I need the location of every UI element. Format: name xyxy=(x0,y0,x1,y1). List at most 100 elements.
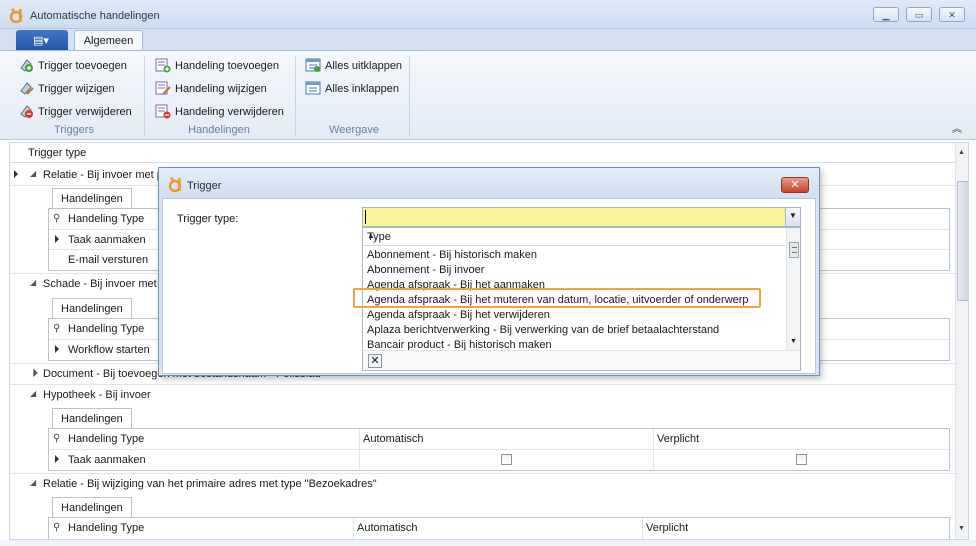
row-selected-indicator xyxy=(14,169,18,181)
handeling-row[interactable]: E-mail versturen xyxy=(68,254,148,266)
dropdown-option[interactable]: Abonnement - Bij invoer xyxy=(367,264,484,276)
app-logo-icon xyxy=(168,177,182,192)
expand-toggle-icon[interactable]: ◢ xyxy=(30,478,36,487)
expand-toggle-icon[interactable]: ◢ xyxy=(30,389,36,398)
column-divider xyxy=(642,518,643,539)
handeling-row[interactable]: Workflow starten xyxy=(68,344,150,356)
combo-dropdown-button[interactable]: ▼ xyxy=(785,208,800,226)
column-verplicht[interactable]: Verplicht xyxy=(657,433,699,445)
trigger-wijzigen-button[interactable]: Trigger wijzigen xyxy=(18,79,115,99)
trigger-row-hypotheek[interactable]: Hypotheek - Bij invoer xyxy=(43,389,151,401)
scroll-down-icon[interactable]: ▼ xyxy=(790,338,797,345)
collapse-all-icon xyxy=(305,81,321,95)
tab-algemeen[interactable]: Algemeen xyxy=(74,30,143,52)
column-handeling-type[interactable]: Handeling Type xyxy=(68,522,144,534)
grid-column-header[interactable]: Trigger type xyxy=(10,143,955,163)
dropdown-scrollbar[interactable]: ▼ xyxy=(786,228,800,350)
dialog-title: Trigger xyxy=(187,180,222,192)
expand-toggle-icon[interactable]: ◢ xyxy=(30,169,36,178)
trigger-verwijderen-label: Trigger verwijderen xyxy=(38,106,132,118)
group-label-triggers: Triggers xyxy=(54,124,94,136)
column-handeling-type[interactable]: Handeling Type xyxy=(68,213,144,225)
remove-trigger-icon xyxy=(20,105,33,119)
status-strip xyxy=(0,540,976,546)
dropdown-option[interactable]: Aplaza berichtverwerking - Bij verwerkin… xyxy=(367,324,719,336)
trigger-row-schade[interactable]: Schade - Bij invoer met xyxy=(43,278,157,290)
handeling-toevoegen-button[interactable]: Handeling toevoegen xyxy=(155,56,279,76)
verplicht-checkbox[interactable] xyxy=(796,454,807,465)
chevron-down-icon: ▼ xyxy=(789,211,797,220)
column-verplicht[interactable]: Verplicht xyxy=(646,522,688,534)
highlight-annotation xyxy=(353,288,761,308)
edit-trigger-icon xyxy=(20,82,34,95)
column-automatisch[interactable]: Automatisch xyxy=(363,433,424,445)
tab-handelingen[interactable]: Handelingen xyxy=(52,298,132,320)
dropdown-footer: ✕ xyxy=(363,350,800,370)
row-divider xyxy=(49,449,949,450)
trigger-toevoegen-label: Trigger toevoegen xyxy=(38,60,127,72)
key-icon: ⚲ xyxy=(53,433,61,444)
row-divider xyxy=(10,473,955,474)
group-label-handelingen: Handelingen xyxy=(188,124,250,136)
collapse-ribbon-icon[interactable]: ︽ xyxy=(952,120,962,135)
dialog-close-button[interactable]: ✕ xyxy=(781,177,809,193)
tab-handelingen[interactable]: Handelingen xyxy=(52,497,132,519)
handeling-wijzigen-label: Handeling wijzigen xyxy=(175,83,267,95)
handeling-row[interactable]: Taak aanmaken xyxy=(68,234,146,246)
alles-inklappen-button[interactable]: Alles inklappen xyxy=(305,79,399,99)
text-caret xyxy=(365,210,366,224)
trigger-verwijderen-button[interactable]: Trigger verwijderen xyxy=(18,102,132,122)
column-trigger-type: Trigger type xyxy=(28,147,87,159)
grid-vertical-scrollbar[interactable]: ▲ ▼ xyxy=(955,143,968,539)
sort-ascending-icon: ▲ xyxy=(367,231,375,240)
column-handeling-type[interactable]: Handeling Type xyxy=(68,433,144,445)
group-label-weergave: Weergave xyxy=(329,124,379,136)
application-menu-button[interactable]: ▤▾ xyxy=(16,30,68,51)
dialog-title-bar[interactable]: Trigger ✕ xyxy=(159,168,819,198)
row-indicator xyxy=(55,234,59,246)
key-icon: ⚲ xyxy=(53,522,61,533)
minimize-icon: ▁ xyxy=(882,10,890,20)
trigger-type-label: Trigger type: xyxy=(177,213,239,225)
dialog-body: Trigger type: ▼ Type ▲ Abonnement - Bij … xyxy=(162,198,816,374)
edit-action-icon xyxy=(155,81,171,95)
dropdown-column-header[interactable]: Type ▲ xyxy=(363,228,785,246)
trigger-dialog: Trigger ✕ Trigger type: ▼ Type ▲ Abonnem… xyxy=(158,167,820,376)
trigger-row-relatie[interactable]: Relatie - Bij invoer met p xyxy=(43,169,163,181)
expand-toggle-icon[interactable]: ◢ xyxy=(30,278,36,287)
scroll-thumb[interactable] xyxy=(957,181,968,301)
dropdown-option[interactable]: Abonnement - Bij historisch maken xyxy=(367,249,537,261)
row-divider xyxy=(10,384,955,385)
scroll-down-icon[interactable]: ▼ xyxy=(958,525,965,532)
app-menu-icon: ▤▾ xyxy=(33,35,49,47)
column-automatisch[interactable]: Automatisch xyxy=(357,522,418,534)
collapsed-toggle-icon[interactable]: ◢ xyxy=(28,367,39,378)
trigger-type-combobox[interactable]: ▼ xyxy=(362,207,801,227)
maximize-button[interactable]: ▭ xyxy=(906,7,932,22)
tab-handelingen[interactable]: Handelingen xyxy=(52,188,132,210)
trigger-row-relatie-adres[interactable]: Relatie - Bij wijziging van het primaire… xyxy=(43,478,377,490)
alles-uitklappen-label: Alles uitklappen xyxy=(325,60,403,72)
key-icon: ⚲ xyxy=(53,323,61,334)
row-indicator xyxy=(55,344,59,356)
automatisch-checkbox[interactable] xyxy=(501,454,512,465)
dropdown-option[interactable]: Agenda afspraak - Bij het verwijderen xyxy=(367,309,550,321)
tab-handelingen[interactable]: Handelingen xyxy=(52,408,132,430)
alles-inklappen-label: Alles inklappen xyxy=(325,83,399,95)
handeling-row[interactable]: Taak aanmaken xyxy=(68,454,146,466)
trigger-toevoegen-button[interactable]: Trigger toevoegen xyxy=(18,56,127,76)
column-handeling-type[interactable]: Handeling Type xyxy=(68,323,144,335)
close-window-button[interactable]: ✕ xyxy=(939,7,965,22)
scroll-up-icon[interactable]: ▲ xyxy=(958,149,965,156)
ribbon-panel: Trigger toevoegen Trigger wijzigen Trigg… xyxy=(0,50,976,140)
remove-action-icon xyxy=(155,104,171,119)
handeling-wijzigen-button[interactable]: Handeling wijzigen xyxy=(155,79,267,99)
app-logo-icon xyxy=(9,8,23,23)
minimize-button[interactable]: ▁ xyxy=(873,7,899,22)
dropdown-scroll-thumb[interactable] xyxy=(789,242,799,258)
handeling-verwijderen-button[interactable]: Handeling verwijderen xyxy=(155,102,284,122)
handeling-verwijderen-label: Handeling verwijderen xyxy=(175,106,284,118)
alles-uitklappen-button[interactable]: Alles uitklappen xyxy=(305,56,402,76)
clear-selection-button[interactable]: ✕ xyxy=(368,354,382,368)
handeling-toevoegen-label: Handeling toevoegen xyxy=(175,60,279,72)
